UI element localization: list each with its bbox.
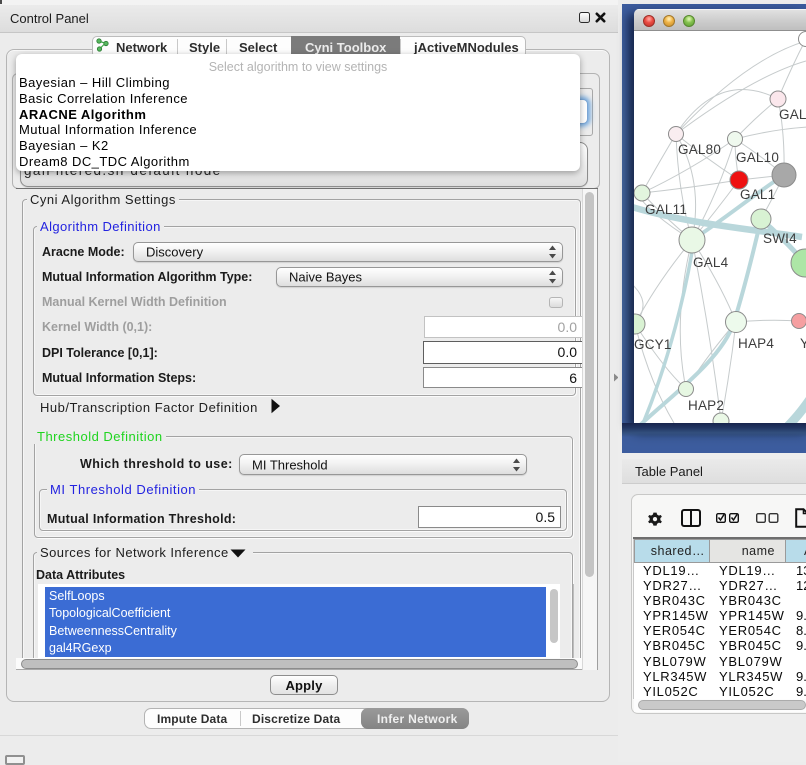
- svg-text:GCY1: GCY1: [634, 337, 672, 352]
- svg-text:GAL1: GAL1: [740, 187, 775, 202]
- svg-text:GAL11: GAL11: [645, 202, 687, 217]
- svg-text:GAL10: GAL10: [736, 150, 779, 165]
- svg-text:HAP2: HAP2: [688, 398, 724, 413]
- svg-text:SWI4: SWI4: [763, 231, 797, 246]
- svg-text:GAL4: GAL4: [693, 255, 729, 270]
- svg-text:GAL80: GAL80: [678, 142, 721, 157]
- svg-text:HAP4: HAP4: [738, 336, 774, 351]
- svg-text:GAL: GAL: [779, 107, 806, 122]
- svg-text:Y: Y: [800, 336, 806, 351]
